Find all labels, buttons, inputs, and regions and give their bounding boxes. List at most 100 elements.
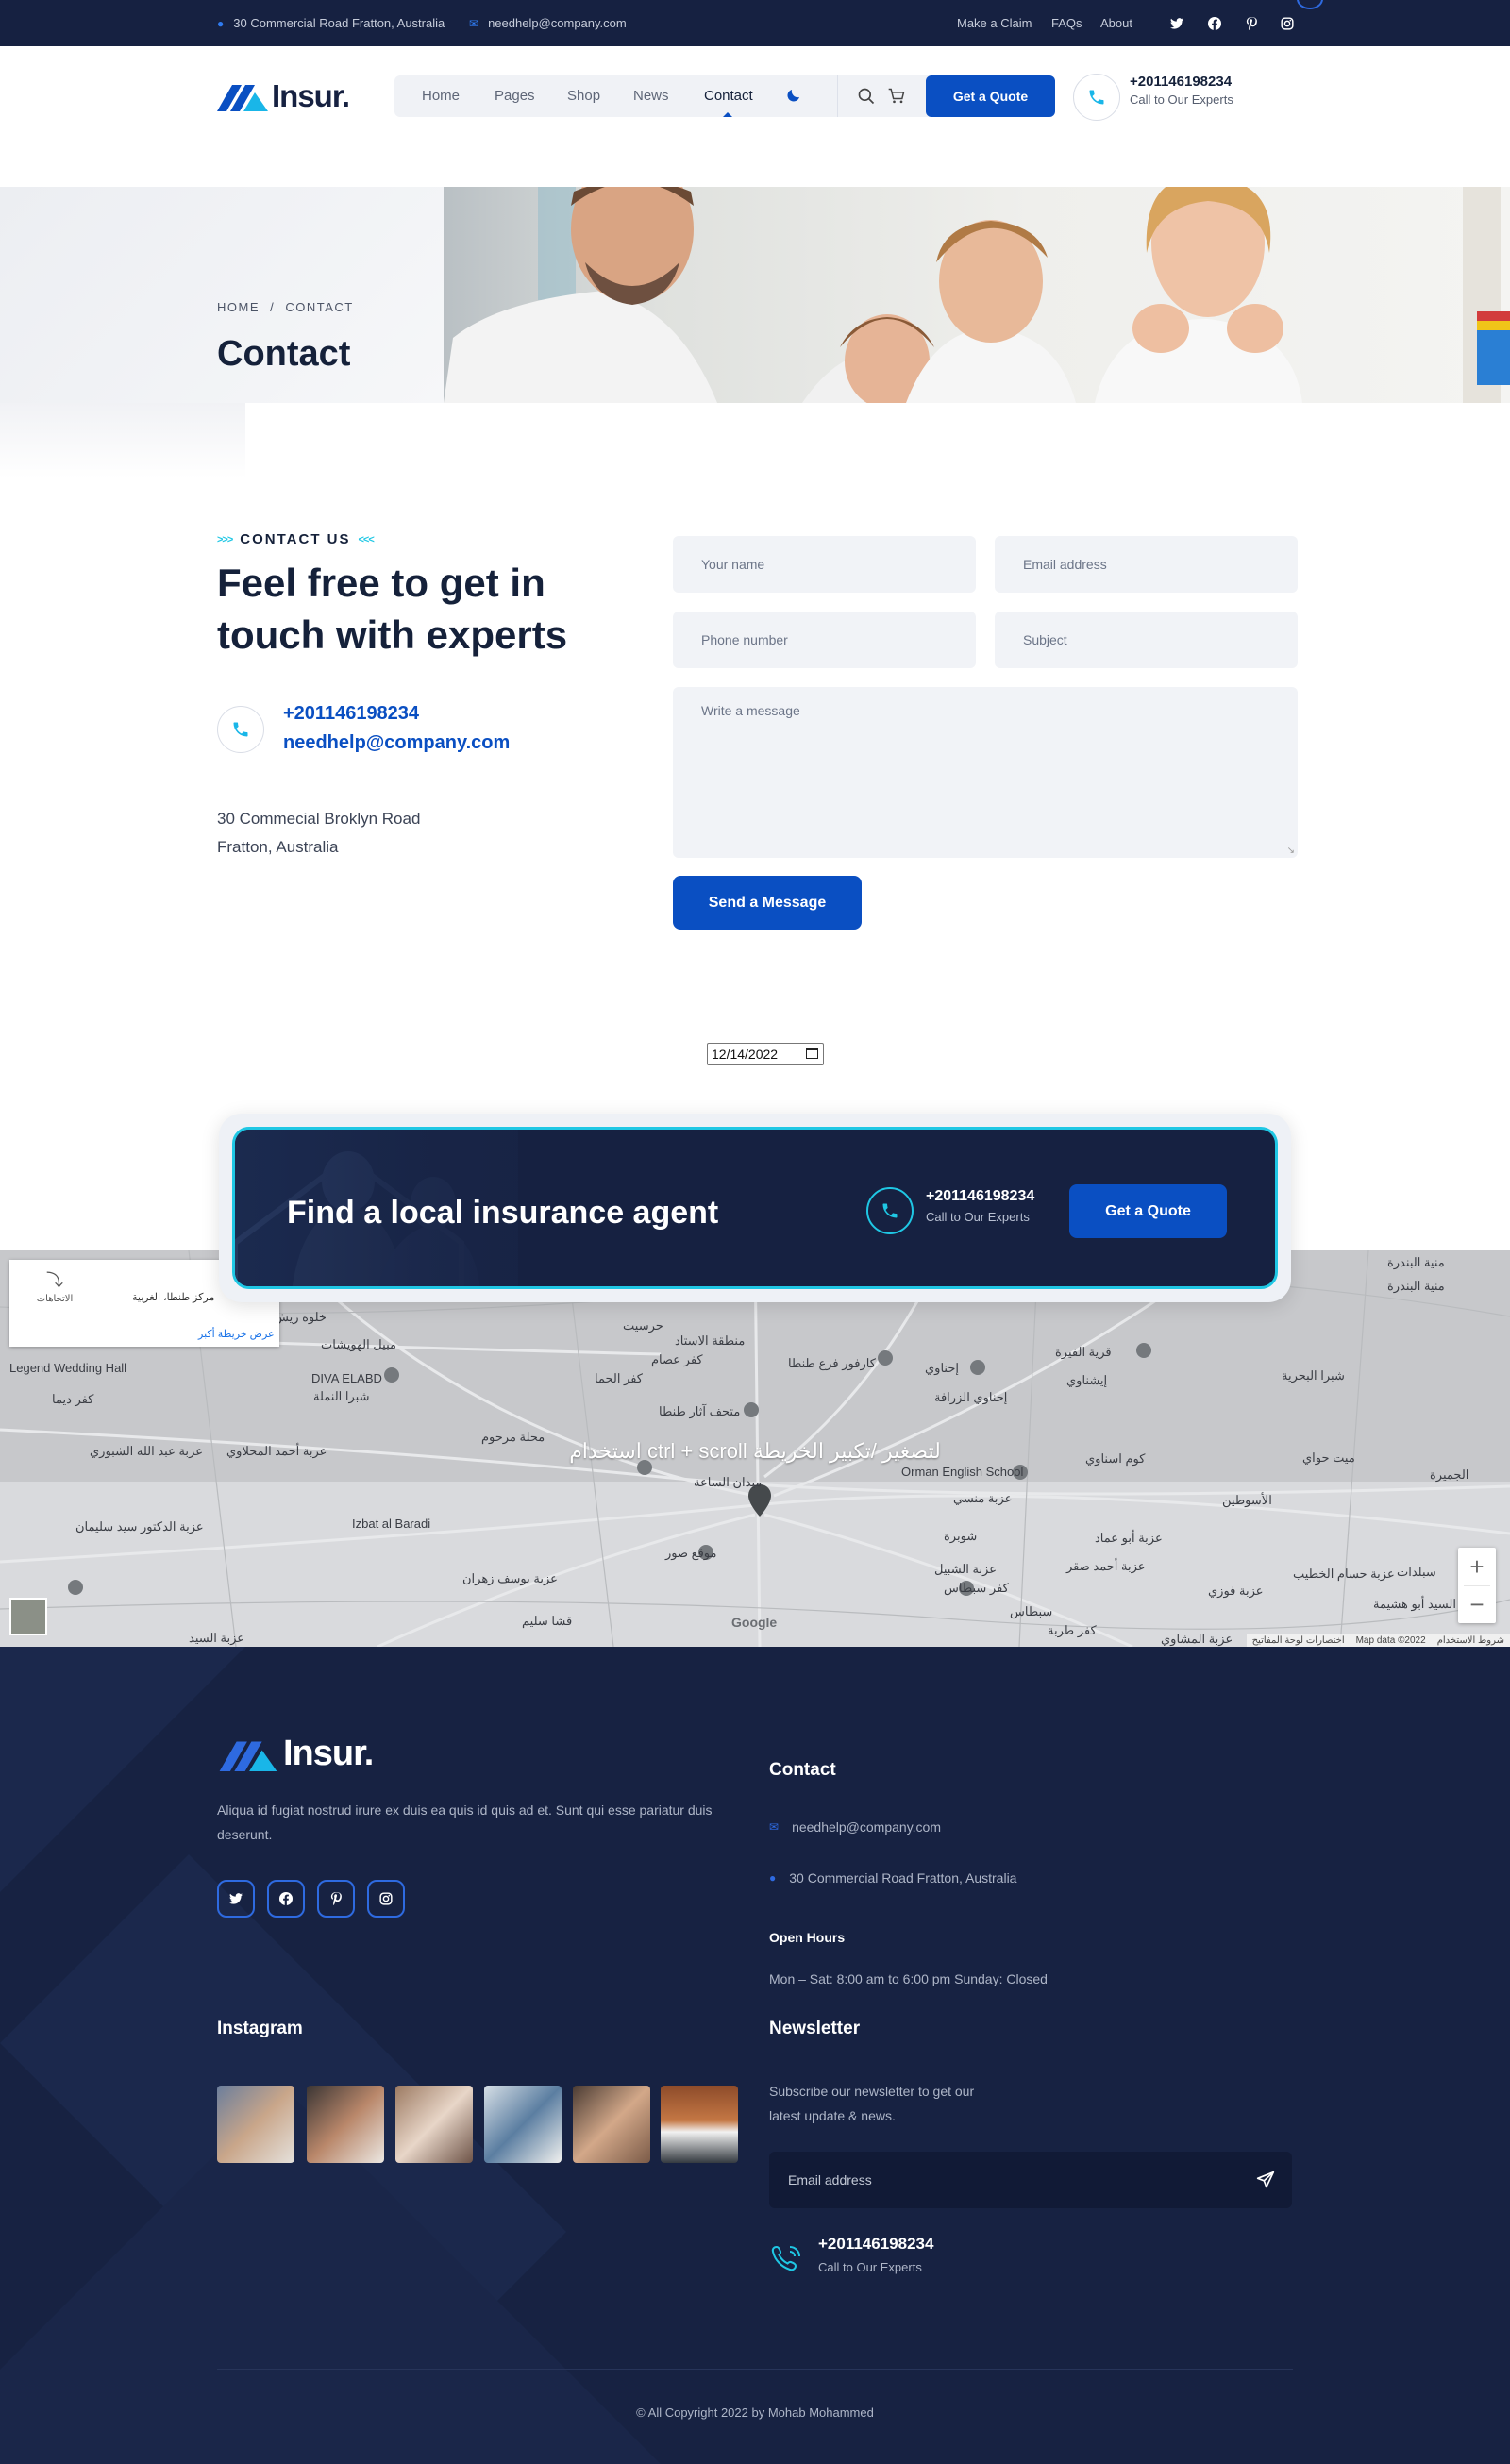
map-label: Legend Wedding Hall bbox=[9, 1361, 127, 1375]
map-label: عزبة المشاوي bbox=[1161, 1632, 1233, 1646]
map-directions-button[interactable]: ⤵ الاتجاهات bbox=[28, 1267, 81, 1304]
map-label: منية البندرة bbox=[1387, 1279, 1445, 1293]
resize-handle-icon[interactable]: ↘ bbox=[1287, 846, 1295, 856]
facebook-icon[interactable] bbox=[1202, 11, 1227, 36]
active-indicator bbox=[723, 112, 732, 117]
phone-icon bbox=[882, 1203, 898, 1218]
dark-mode-moon-icon[interactable] bbox=[785, 87, 802, 109]
contact-phone-link[interactable]: +201146198234 bbox=[283, 703, 419, 725]
hero-fade-decor bbox=[0, 403, 245, 478]
contact-heading-line1: Feel free to get in bbox=[217, 561, 545, 605]
nav-news[interactable]: News bbox=[633, 75, 669, 117]
cta-phone-block: +201146198234 Call to Our Experts bbox=[926, 1188, 1034, 1224]
twitter-icon[interactable] bbox=[1165, 11, 1189, 36]
instagram-icon[interactable] bbox=[1275, 11, 1300, 36]
message-textarea[interactable]: Write a message ↘ bbox=[673, 687, 1298, 858]
map-satellite-toggle[interactable] bbox=[9, 1598, 47, 1635]
cart-icon[interactable] bbox=[887, 87, 906, 110]
map-terms[interactable]: شروط الاستخدام bbox=[1437, 1635, 1504, 1646]
breadcrumb-current: CONTACT bbox=[285, 300, 354, 314]
email-input[interactable]: Email address bbox=[995, 536, 1298, 593]
date-input[interactable]: 12/14/2022 bbox=[707, 1043, 824, 1065]
phone-input[interactable]: Phone number bbox=[673, 612, 976, 668]
topbar-address: ● 30 Commercial Road Fratton, Australia bbox=[217, 0, 445, 46]
pinterest-icon[interactable] bbox=[1239, 11, 1264, 36]
contact-address-line2: Fratton, Australia bbox=[217, 838, 339, 856]
map-label: خلوه ريش bbox=[274, 1310, 327, 1324]
instagram-thumb[interactable] bbox=[307, 2086, 384, 2163]
footer-logo[interactable]: Insur. bbox=[217, 1734, 374, 1774]
map-label: عزبة السيد bbox=[189, 1631, 245, 1645]
envelope-icon: ✉ bbox=[769, 1820, 780, 1834]
footer-phone-number[interactable]: +201146198234 bbox=[818, 2235, 933, 2254]
nav-home[interactable]: Home bbox=[422, 75, 460, 117]
nav-contact[interactable]: Contact bbox=[704, 75, 753, 117]
map-label: قشا سليم bbox=[522, 1614, 573, 1628]
topbar-email-text: needhelp@company.com bbox=[488, 16, 627, 30]
newsletter-text-line1: Subscribe our newsletter to get our bbox=[769, 2084, 975, 2099]
newsletter-email-input[interactable]: Email address bbox=[769, 2152, 1292, 2208]
send-icon[interactable] bbox=[1256, 2171, 1275, 2192]
map-label: إيشناوي bbox=[1066, 1373, 1108, 1387]
cta-phone-number[interactable]: +201146198234 bbox=[926, 1188, 1034, 1205]
header-phone-button[interactable] bbox=[1073, 74, 1120, 121]
map-label: متحف آثار طنطا bbox=[659, 1404, 741, 1418]
main-navigation: Home Pages Shop News Contact Get a Quote bbox=[394, 75, 1055, 117]
instagram-thumb[interactable] bbox=[661, 2086, 738, 2163]
footer-about: Aliqua id fugiat nostrud irure ex duis e… bbox=[217, 1802, 713, 1842]
contact-phone-icon-circle bbox=[217, 706, 264, 753]
map-label: عزبة الشبيل bbox=[934, 1562, 997, 1576]
breadcrumb-home[interactable]: HOME bbox=[217, 300, 260, 314]
footer-facebook-icon[interactable] bbox=[267, 1880, 305, 1918]
map-label: موقع صور bbox=[665, 1546, 717, 1560]
instagram-thumb[interactable] bbox=[573, 2086, 650, 2163]
footer-instagram-icon[interactable] bbox=[367, 1880, 405, 1918]
link-faqs[interactable]: FAQs bbox=[1051, 0, 1082, 46]
link-make-a-claim[interactable]: Make a Claim bbox=[957, 0, 1032, 46]
footer-twitter-icon[interactable] bbox=[217, 1880, 255, 1918]
name-input[interactable]: Your name bbox=[673, 536, 976, 593]
topbar-email[interactable]: ✉ needhelp@company.com bbox=[469, 0, 627, 46]
instagram-thumb[interactable] bbox=[395, 2086, 473, 2163]
map-label: منية البندرة bbox=[1387, 1255, 1445, 1269]
map-label: ميدان الساعة bbox=[694, 1475, 763, 1489]
zoom-in-button[interactable]: + bbox=[1458, 1548, 1496, 1585]
directions-label: الاتجاهات bbox=[36, 1294, 74, 1304]
map-shortcuts[interactable]: اختصارات لوحة المفاتيح bbox=[1252, 1635, 1345, 1646]
logo-mark-icon bbox=[219, 1741, 277, 1771]
send-message-button[interactable]: Send a Message bbox=[673, 876, 862, 930]
contact-address-line1: 30 Commecial Broklyn Road bbox=[217, 810, 421, 828]
map-label: كفر ديما bbox=[52, 1392, 94, 1406]
footer-email[interactable]: ✉ needhelp@company.com bbox=[769, 1819, 941, 1835]
nav-pages[interactable]: Pages bbox=[495, 75, 535, 117]
footer-email-text: needhelp@company.com bbox=[792, 1819, 941, 1835]
phone-icon bbox=[233, 722, 248, 737]
calendar-icon[interactable] bbox=[806, 1048, 818, 1059]
get-a-quote-button[interactable]: Get a Quote bbox=[926, 75, 1055, 117]
map-label: عزبة حسام الخطيب bbox=[1293, 1567, 1395, 1581]
header-phone-number[interactable]: +201146198234 bbox=[1130, 74, 1233, 90]
cta-get-a-quote-button[interactable]: Get a Quote bbox=[1069, 1184, 1227, 1238]
contact-email-link[interactable]: needhelp@company.com bbox=[283, 732, 510, 754]
cta-title: Find a local insurance agent bbox=[287, 1195, 719, 1231]
zoom-out-button[interactable]: − bbox=[1458, 1585, 1496, 1623]
map-larger-link[interactable]: عرض خريطة أكبر bbox=[198, 1328, 275, 1340]
footer-pinterest-icon[interactable] bbox=[317, 1880, 355, 1918]
map-label: قرية الفيرة bbox=[1055, 1345, 1112, 1359]
cta-phone-caption: Call to Our Experts bbox=[926, 1210, 1030, 1224]
nav-shop[interactable]: Shop bbox=[567, 75, 600, 117]
map-label: عزبة يوسف زهران bbox=[462, 1571, 558, 1585]
site-logo[interactable]: Insur. bbox=[217, 77, 350, 115]
scroll-top-button[interactable] bbox=[1297, 0, 1323, 9]
subject-input[interactable]: Subject bbox=[995, 612, 1298, 668]
google-map[interactable]: منية البندرة منية البندرة حرسيت منطقة ال… bbox=[0, 1250, 1510, 1647]
newsletter-placeholder: Email address bbox=[788, 2172, 872, 2187]
instagram-thumb[interactable] bbox=[217, 2086, 294, 2163]
link-about[interactable]: About bbox=[1100, 0, 1132, 46]
map-label: حرسيت bbox=[623, 1318, 663, 1333]
instagram-thumb[interactable] bbox=[484, 2086, 562, 2163]
search-icon[interactable] bbox=[857, 87, 876, 110]
location-pin-icon: ● bbox=[769, 1871, 777, 1885]
page-hero: HOME / CONTACT Contact bbox=[0, 187, 1510, 403]
location-pin-icon: ● bbox=[217, 16, 225, 30]
